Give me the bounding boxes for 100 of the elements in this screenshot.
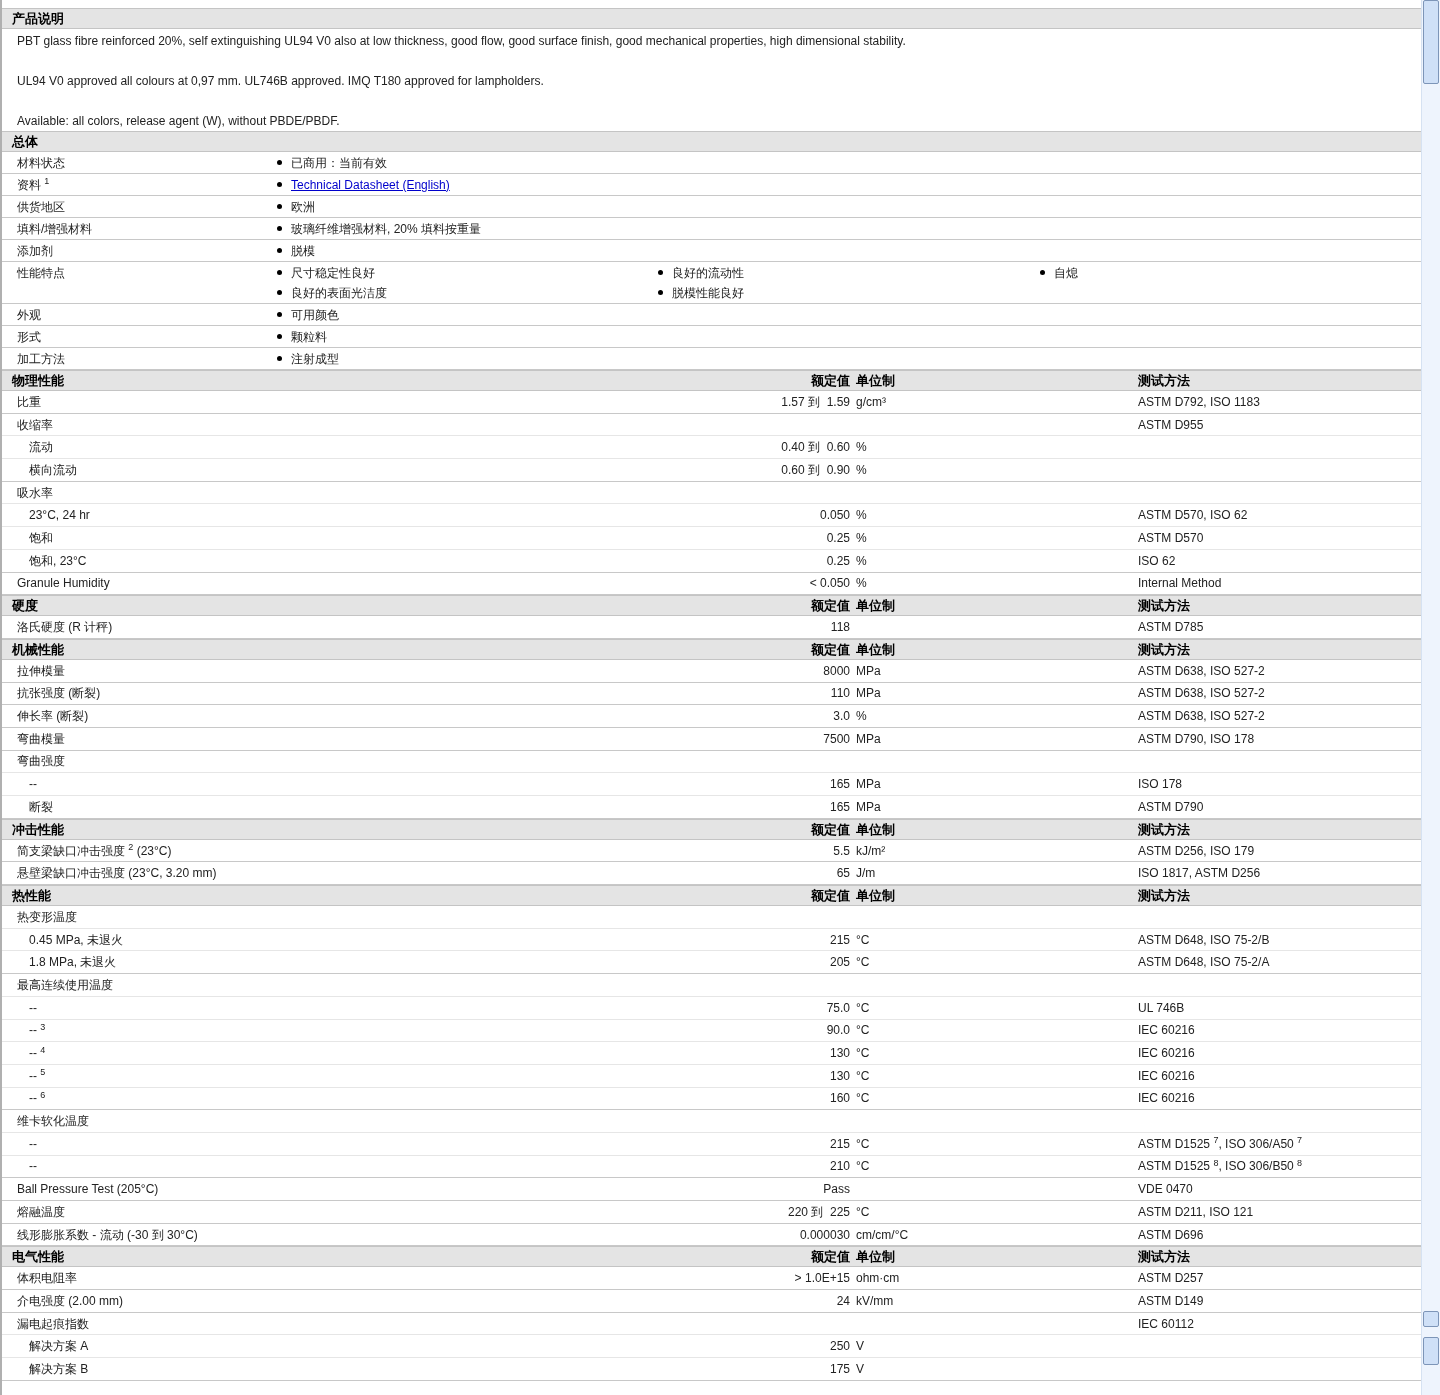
property-value: 可用颜色	[291, 306, 339, 324]
property-label: 23°C, 24 hr	[28, 507, 91, 525]
property-label: 拉伸模量	[16, 662, 66, 680]
property-label: 最高连续使用温度	[16, 976, 114, 994]
property-label: 解决方案 A	[28, 1338, 90, 1356]
property-label: 横向流动	[28, 461, 78, 479]
section-title: 电气性能	[11, 1248, 65, 1267]
test-method: ASTM D638, ISO 527-2	[1138, 708, 1266, 726]
property-value: 脱模性能良好	[672, 284, 745, 302]
test-method: ASTM D256, ISO 179	[1138, 842, 1256, 860]
unit-label: °C	[856, 954, 871, 972]
unit-label: J/m	[856, 865, 877, 883]
property-value: 良好的表面光洁度	[291, 284, 387, 302]
column-heading: 测试方法	[1138, 820, 1191, 839]
property-value: Pass	[823, 1181, 851, 1199]
test-method: ISO 62	[1138, 552, 1177, 570]
test-method: ASTM D790, ISO 178	[1138, 730, 1256, 748]
test-method: IEC 60216	[1138, 1090, 1196, 1108]
scrollbar-thumb[interactable]	[1423, 0, 1439, 84]
column-heading: 测试方法	[1138, 640, 1191, 659]
property-label: 抗张强度 (断裂)	[16, 685, 102, 703]
property-value: 24	[836, 1292, 851, 1310]
unit-label: kV/mm	[856, 1292, 895, 1310]
column-heading: 测试方法	[1138, 597, 1191, 616]
test-method: ASTM D638, ISO 527-2	[1138, 685, 1266, 703]
test-method: ISO 1817, ASTM D256	[1138, 865, 1262, 883]
property-label: --	[28, 1158, 38, 1176]
property-label: 添加剂	[16, 242, 54, 260]
test-method: VDE 0470	[1138, 1181, 1194, 1199]
column-heading: 额定值	[811, 1248, 851, 1267]
test-method: ASTM D696	[1138, 1226, 1205, 1244]
bullet-icon	[658, 290, 664, 295]
column-heading: 额定值	[811, 820, 851, 839]
property-value: 1.57 到 1.59	[781, 393, 851, 411]
bullet-icon	[277, 226, 282, 231]
test-method: IEC 60216	[1138, 1067, 1196, 1085]
column-heading: 额定值	[811, 640, 851, 659]
section-title: 产品说明	[11, 10, 65, 28]
property-value: 130	[829, 1067, 851, 1085]
bullet-icon	[277, 182, 282, 187]
property-label: 供货地区	[16, 198, 66, 216]
section-title: 热性能	[11, 887, 52, 906]
property-label: 比重	[16, 393, 42, 411]
property-value: 0.25	[826, 529, 851, 547]
test-method: IEC 60112	[1138, 1315, 1195, 1333]
scrollbar[interactable]	[1421, 0, 1440, 1395]
property-value: 65	[836, 865, 851, 883]
unit-label: MPa	[856, 776, 882, 794]
test-method: ASTM D257	[1138, 1270, 1205, 1288]
property-label: 加工方法	[16, 350, 66, 368]
property-label: 材料状态	[16, 154, 66, 172]
property-label: 饱和	[28, 529, 54, 547]
bullet-icon	[1039, 270, 1045, 275]
test-method: ASTM D785	[1138, 619, 1205, 637]
property-value: 118	[830, 619, 851, 637]
property-label: 维卡软化温度	[16, 1113, 90, 1131]
property-label: 资料 $^{1}$	[16, 175, 51, 194]
unit-label: g/cm³	[856, 393, 887, 411]
property-value: 5.5	[833, 842, 851, 860]
bullet-icon	[277, 204, 282, 209]
bullet-icon	[277, 356, 282, 361]
property-label: 热变形温度	[16, 908, 78, 926]
property-label: -- $^{5}$	[28, 1066, 47, 1085]
unit-label: V	[856, 1338, 865, 1356]
column-heading: 测试方法	[1138, 372, 1191, 390]
unit-label: kJ/m²	[856, 842, 887, 860]
column-heading: 单位制	[856, 372, 896, 390]
property-value: 脱模	[291, 242, 315, 260]
test-method: ASTM D638, ISO 527-2	[1138, 662, 1266, 680]
unit-label: °C	[856, 1135, 871, 1153]
description-paragraph: PBT glass fibre reinforced 20%, self extinguishing UL94 V0 also at low thickness, good flow, good surface finish, good mechanical properties, high dimensional stability.	[17, 33, 907, 50]
property-label: 弯曲模量	[16, 730, 66, 748]
scroll-up-button[interactable]	[1423, 1311, 1439, 1327]
property-value: 165	[829, 798, 851, 816]
bullet-icon	[277, 334, 282, 339]
test-method: ASTM D570	[1138, 529, 1205, 547]
unit-label: °C	[856, 1022, 871, 1040]
column-heading: 单位制	[856, 820, 896, 839]
property-value: < 0.050	[809, 575, 851, 593]
property-value: 0.40 到 0.60	[781, 439, 851, 457]
column-heading: 单位制	[856, 887, 896, 906]
property-label: 伸长率 (断裂)	[16, 708, 90, 726]
scroll-down-button[interactable]	[1423, 1337, 1439, 1365]
property-label: 形式	[16, 328, 42, 346]
property-label: 1.8 MPa, 未退火	[28, 954, 118, 972]
test-method: UL 746B	[1138, 999, 1186, 1017]
property-label: -- $^{4}$	[28, 1044, 47, 1063]
property-label: 吸水率	[16, 484, 54, 502]
column-heading: 额定值	[811, 887, 851, 906]
test-method: ASTM D792, ISO 1183	[1138, 393, 1261, 411]
unit-label: %	[856, 708, 868, 726]
property-value: 7500	[823, 730, 851, 748]
section-title: 冲击性能	[11, 820, 65, 839]
test-method: Internal Method	[1138, 575, 1223, 593]
datasheet-link[interactable]: Technical Datasheet (English)	[291, 175, 450, 194]
unit-label: %	[856, 439, 868, 457]
property-label: Granule Humidity	[16, 575, 111, 593]
property-label: 断裂	[28, 798, 54, 816]
property-value: 已商用：当前有效	[291, 154, 387, 172]
property-label: 流动	[28, 439, 54, 457]
